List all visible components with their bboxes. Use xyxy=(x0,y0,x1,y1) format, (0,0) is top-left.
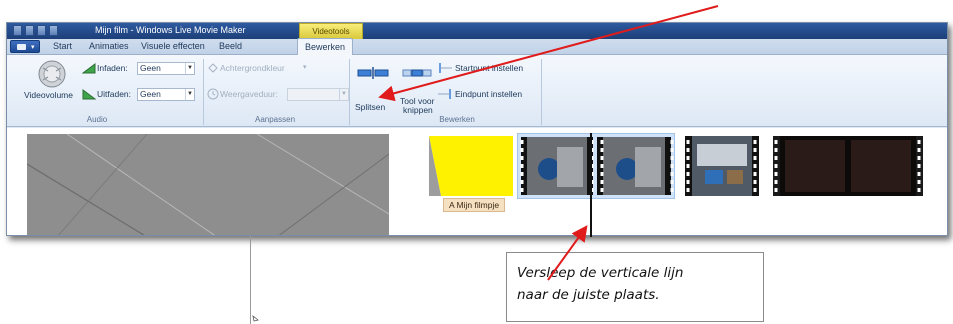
arrow-to-split-button xyxy=(378,5,719,102)
screenshot-stage: { "top_caption": " ", "window": { "title… xyxy=(0,0,953,324)
annotation-arrows xyxy=(252,5,719,322)
arrow-to-vertical-line xyxy=(547,225,588,281)
mouse-cursor-icon xyxy=(252,315,259,322)
